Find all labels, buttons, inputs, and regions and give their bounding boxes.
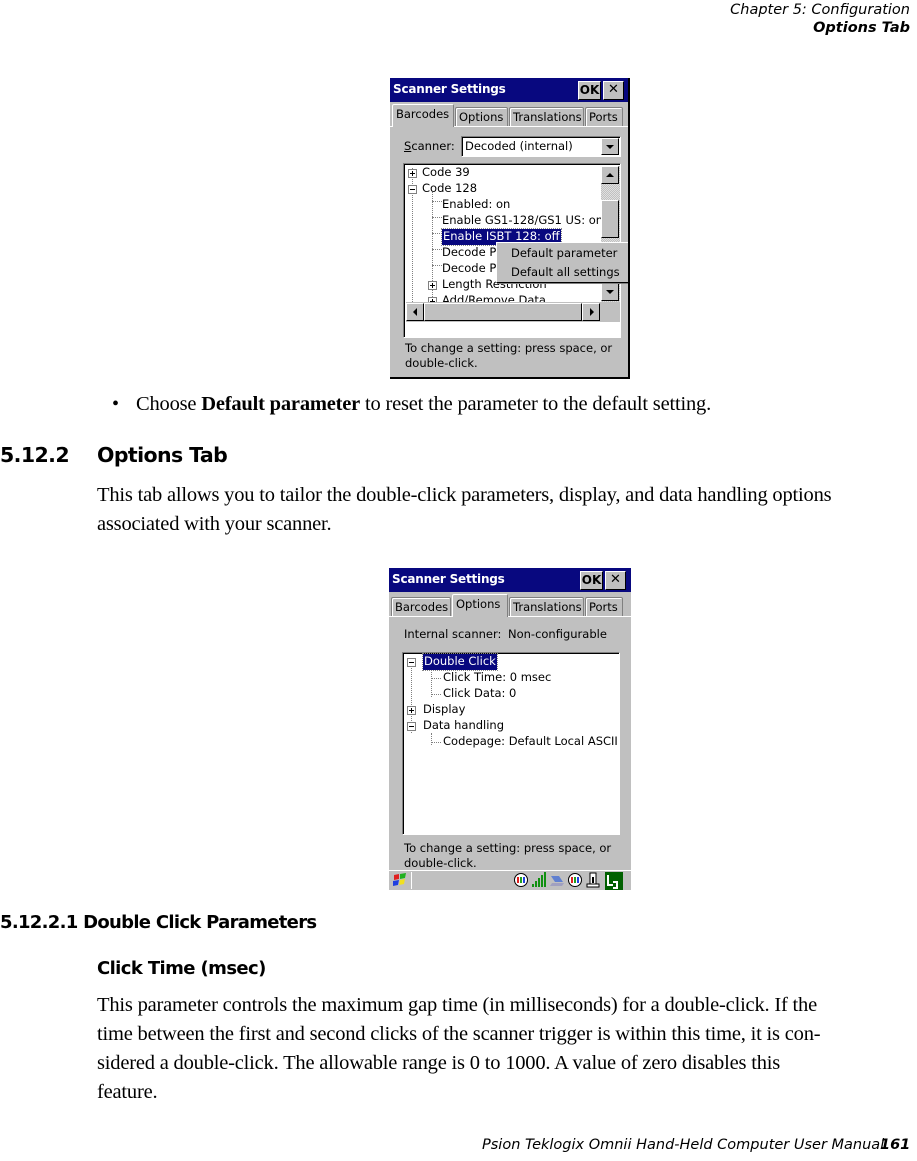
windows-flag-icon[interactable] [392,872,408,888]
tree-line [431,678,441,679]
subsection-heading: 5.12.2.1 Double Click Parameters [0,912,317,933]
tab-options[interactable]: Options [455,107,508,126]
tree-node[interactable]: Code 128 [422,181,477,197]
tree-line [432,233,442,234]
scanner-select[interactable]: Decoded (internal) [461,136,621,157]
tree-node[interactable]: Codepage: Default Local ASCII [443,734,618,750]
tree-node[interactable]: Data handling [423,718,504,734]
close-button[interactable]: ✕ [605,571,626,590]
context-menu: Default parameter Default all settings [496,242,628,283]
scroll-left-button[interactable] [406,303,424,321]
chevron-down-icon [606,145,614,149]
tree-node[interactable]: Click Data: 0 [443,686,516,702]
scanner-icon[interactable] [513,872,529,888]
tree-node[interactable]: Display [423,702,465,718]
tree-node[interactable]: Enabled: on [442,197,510,213]
tree-node[interactable]: Code 39 [422,165,470,181]
scroll-down-button[interactable] [601,283,619,301]
tree-line [431,669,432,697]
parameter-heading: Click Time (msec) [97,958,266,979]
bullet-mark: • [112,393,120,415]
scanner-label: Scanner: [404,139,455,153]
tab-ports[interactable]: Ports [585,597,623,616]
tree-node[interactable]: Enable GS1-128/GS1 US: on [442,213,603,229]
ok-button[interactable]: OK [578,81,601,100]
scroll-right-button[interactable] [582,303,600,321]
window-title: Scanner Settings [392,572,505,586]
running-header-section: Options Tab [813,20,910,36]
dropdown-button[interactable] [601,138,619,155]
tab-translations[interactable]: Translations [509,107,584,126]
taskbar [389,870,631,890]
tree-line [432,217,442,218]
bullet-text: Choose Default parameter to reset the pa… [136,393,711,415]
tab-strip: Barcodes Options Translations Ports [390,102,628,128]
horizontal-scrollbar[interactable] [406,302,620,322]
tab-barcodes[interactable]: Barcodes [392,104,454,127]
tree-line [431,742,441,743]
subsection-number: 5.12.2.1 [0,912,78,933]
menu-item-default-all-settings[interactable]: Default all settings [511,265,620,279]
network-icon[interactable] [549,872,565,888]
taskbar-separator [411,872,412,889]
arrow-up-icon [606,173,614,177]
arrow-left-icon [413,308,417,316]
title-bar: Scanner Settings OK ✕ [389,568,631,592]
expand-icon[interactable] [407,706,416,715]
system-tray [513,872,631,890]
tree-line [432,265,442,266]
arrow-down-icon [606,290,614,294]
tab-ports[interactable]: Ports [585,107,623,126]
section-number: 5.12.2 [0,443,70,467]
tab-translations[interactable]: Translations [509,597,584,616]
hint-text: To change a setting: press space, or dou… [405,341,613,370]
internal-scanner-value: Non-configurable [508,627,607,641]
expand-icon[interactable] [408,169,417,178]
battery-icon[interactable] [585,872,601,888]
scanner-settings-window-options: Scanner Settings OK ✕ Barcodes Options T… [389,568,631,890]
tree-line [431,694,441,695]
options-tree[interactable]: Double Click Click Time: 0 msec Click Da… [402,652,620,835]
section-paragraph: This tab allows you to tailor the double… [97,484,832,535]
tree-node[interactable]: Click Time: 0 msec [443,670,551,686]
ac-power-icon[interactable] [605,872,623,890]
collapse-icon[interactable] [407,658,416,667]
collapse-icon[interactable] [407,722,416,731]
hint-text: To change a setting: press space, or dou… [404,841,612,870]
close-button[interactable]: ✕ [603,81,624,100]
ok-button[interactable]: OK [580,571,603,590]
running-footer-title: Psion Teklogix Omnii Hand-Held Computer … [482,1137,885,1153]
tab-strip: Barcodes Options Translations Ports [389,592,631,618]
signal-strength-icon[interactable] [531,872,547,888]
menu-item-default-parameter[interactable]: Default parameter [511,246,617,260]
click-time-paragraph: This parameter controls the maximum gap … [97,994,821,1103]
page-number: 161 [880,1137,911,1153]
scanner-select-value: Decoded (internal) [465,139,573,153]
running-header-chapter: Chapter 5: Configuration [730,2,910,18]
tree-node-selected[interactable]: Double Click [422,653,498,671]
scrollbar-thumb[interactable] [601,200,619,238]
window-title: Scanner Settings [393,82,506,96]
scrollbar-thumb[interactable] [424,303,582,321]
section-title: Options Tab [97,443,228,467]
title-bar: Scanner Settings OK ✕ [390,78,628,102]
tab-options[interactable]: Options [452,594,508,617]
bold-term: Default parameter [201,393,361,415]
scanner-settings-window-barcodes: Scanner Settings OK ✕ Barcodes Options T… [390,78,630,379]
section-heading: 5.12.2 Options Tab [0,443,228,467]
subsection-title: Double Click Parameters [83,912,317,933]
tab-divider [389,616,631,617]
tab-barcodes[interactable]: Barcodes [391,597,451,616]
scanner-icon[interactable] [567,872,583,888]
tree-line [432,201,442,202]
arrow-right-icon [590,308,594,316]
tree-line [432,249,442,250]
collapse-icon[interactable] [408,185,417,194]
tree-line [431,733,432,745]
internal-scanner-label: Internal scanner: [404,627,502,641]
scroll-up-button[interactable] [601,166,619,184]
expand-icon[interactable] [428,281,437,290]
